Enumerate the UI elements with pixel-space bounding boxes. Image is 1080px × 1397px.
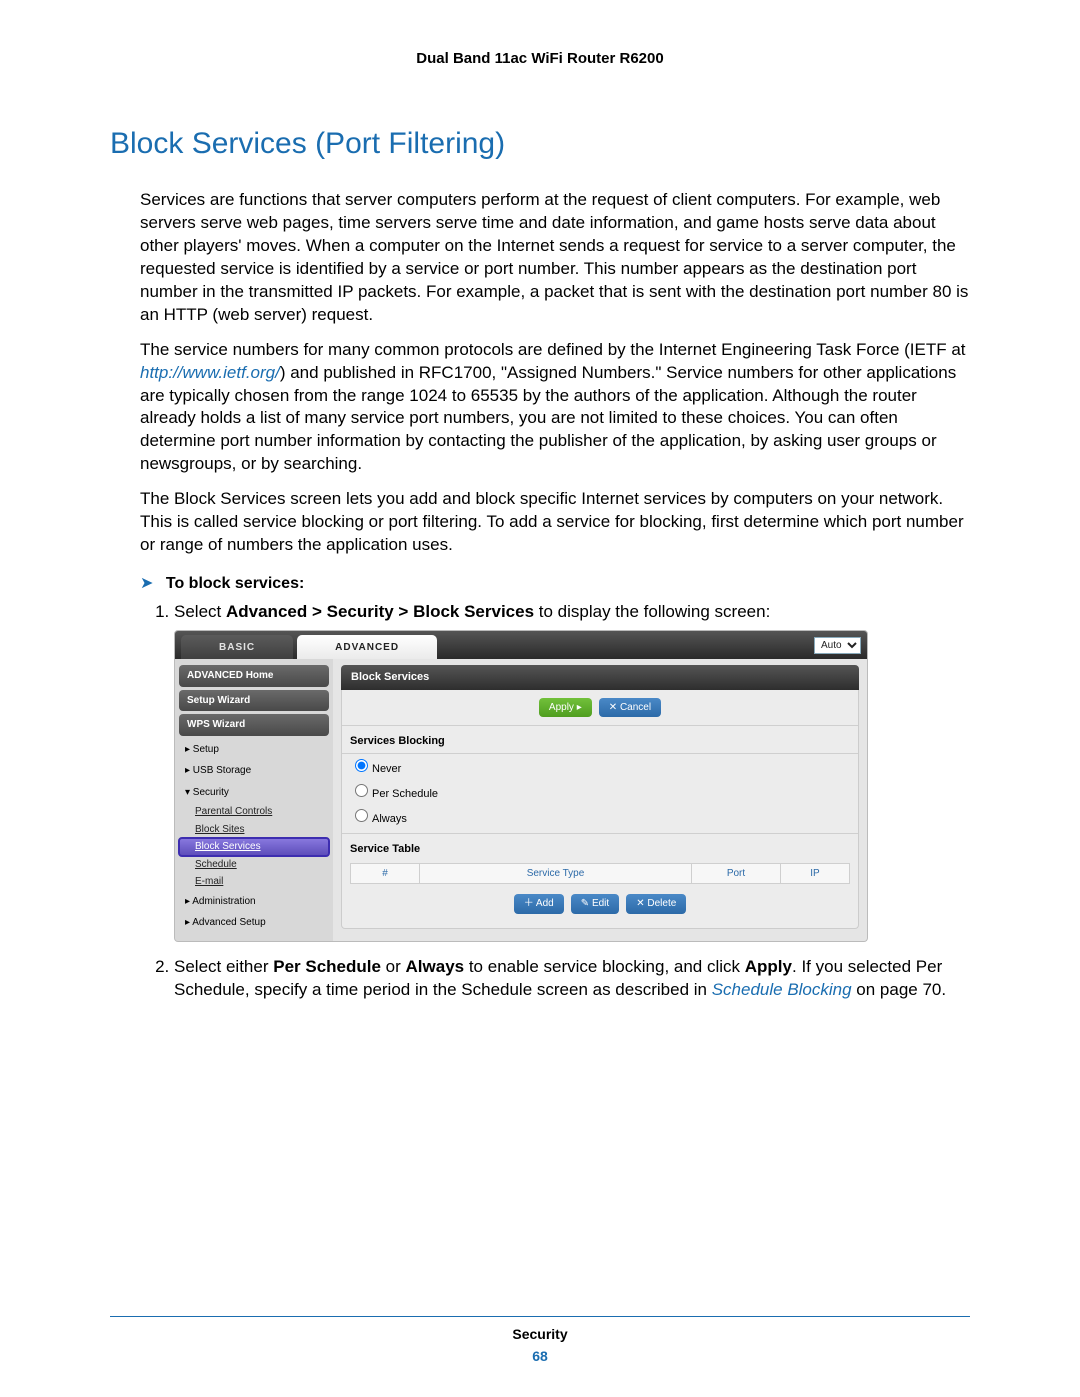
step-2-a: Select either (174, 957, 273, 976)
step-2-b: Per Schedule (273, 957, 381, 976)
sidebar-email[interactable]: E-mail (179, 873, 329, 891)
footer-page-number: 68 (0, 1348, 1080, 1364)
col-index: # (351, 864, 420, 884)
document-header: Dual Band 11ac WiFi Router R6200 (110, 50, 970, 67)
step-2-h: on page 70. (852, 980, 947, 999)
step-2-c: or (381, 957, 406, 976)
sidebar-wps-wizard[interactable]: WPS Wizard (179, 714, 329, 736)
service-table: # Service Type Port IP (350, 863, 850, 885)
sidebar-setup[interactable]: ▸ Setup (179, 739, 329, 761)
router-ui-screenshot: BASIC ADVANCED Auto ADVANCED Home Setup … (174, 630, 868, 942)
sidebar-administration[interactable]: ▸ Administration (179, 891, 329, 913)
triangle-bullet-icon: ➤ (140, 575, 153, 592)
col-ip: IP (781, 864, 849, 884)
sidebar-setup-wizard[interactable]: Setup Wizard (179, 690, 329, 712)
step-2-e: to enable service blocking, and click (464, 957, 745, 976)
radio-always-label: Always (372, 813, 407, 825)
procedure-label: To block services: (166, 575, 304, 592)
delete-button[interactable]: ✕ Delete (626, 894, 686, 914)
table-button-row: ＋ Add ✎ Edit ✕ Delete (342, 888, 858, 920)
service-table-heading: Service Table (342, 834, 858, 861)
sidebar-block-services[interactable]: Block Services (179, 838, 329, 856)
col-port: Port (692, 864, 781, 884)
procedure-heading: ➤ To block services: (140, 573, 970, 593)
schedule-blocking-link[interactable]: Schedule Blocking (712, 980, 852, 999)
tab-basic[interactable]: BASIC (181, 635, 293, 661)
services-blocking-heading: Services Blocking (342, 726, 858, 754)
sidebar-security[interactable]: ▾ Security (179, 782, 329, 804)
sidebar-block-sites[interactable]: Block Sites (179, 821, 329, 839)
panel-title: Block Services (341, 665, 859, 690)
sidebar-schedule[interactable]: Schedule (179, 856, 329, 874)
sidebar-advanced-home[interactable]: ADVANCED Home (179, 665, 329, 687)
add-button[interactable]: ＋ Add (514, 894, 564, 914)
service-table-header: # Service Type Port IP (350, 863, 850, 885)
sidebar: ADVANCED Home Setup Wizard WPS Wizard ▸ … (175, 659, 333, 941)
sidebar-advanced-setup[interactable]: ▸ Advanced Setup (179, 912, 329, 934)
top-button-row: Apply ▸ ✕ Cancel (342, 690, 858, 727)
apply-button[interactable]: Apply ▸ (539, 698, 592, 718)
step-1-suffix: to display the following screen: (534, 602, 770, 621)
radio-per-schedule[interactable]: Per Schedule (342, 779, 858, 804)
sidebar-usb-storage[interactable]: ▸ USB Storage (179, 760, 329, 782)
col-service-type: Service Type (420, 864, 692, 884)
radio-never-label: Never (372, 763, 401, 775)
paragraph-1: Services are functions that server compu… (140, 189, 970, 327)
footer-rule (110, 1316, 970, 1317)
edit-button[interactable]: ✎ Edit (571, 894, 619, 914)
language-select[interactable]: Auto (814, 637, 861, 654)
step-1: Select Advanced > Security > Block Servi… (174, 601, 970, 942)
radio-always-input[interactable] (355, 809, 368, 822)
tab-advanced[interactable]: ADVANCED (297, 635, 437, 661)
paragraph-3: The Block Services screen lets you add a… (140, 488, 970, 557)
step-1-prefix: Select (174, 602, 226, 621)
radio-per-schedule-input[interactable] (355, 784, 368, 797)
sidebar-parental-controls[interactable]: Parental Controls (179, 803, 329, 821)
radio-never-input[interactable] (355, 759, 368, 772)
radio-per-schedule-label: Per Schedule (372, 788, 438, 800)
step-2-d: Always (406, 957, 465, 976)
step-2-f: Apply (745, 957, 792, 976)
ietf-link[interactable]: http://www.ietf.org/ (140, 363, 280, 382)
step-2: Select either Per Schedule or Always to … (174, 956, 970, 1002)
section-title: Block Services (Port Filtering) (110, 127, 970, 161)
main-panel: Block Services Apply ▸ ✕ Cancel Services… (333, 659, 867, 941)
radio-always[interactable]: Always (342, 804, 858, 834)
cancel-button[interactable]: ✕ Cancel (599, 698, 661, 718)
footer-section-label: Security (0, 1326, 1080, 1342)
paragraph-2: The service numbers for many common prot… (140, 339, 970, 477)
radio-never[interactable]: Never (342, 754, 858, 779)
tab-bar: BASIC ADVANCED Auto (175, 631, 867, 659)
paragraph-2-a: The service numbers for many common prot… (140, 340, 966, 359)
step-1-nav-path: Advanced > Security > Block Services (226, 602, 534, 621)
